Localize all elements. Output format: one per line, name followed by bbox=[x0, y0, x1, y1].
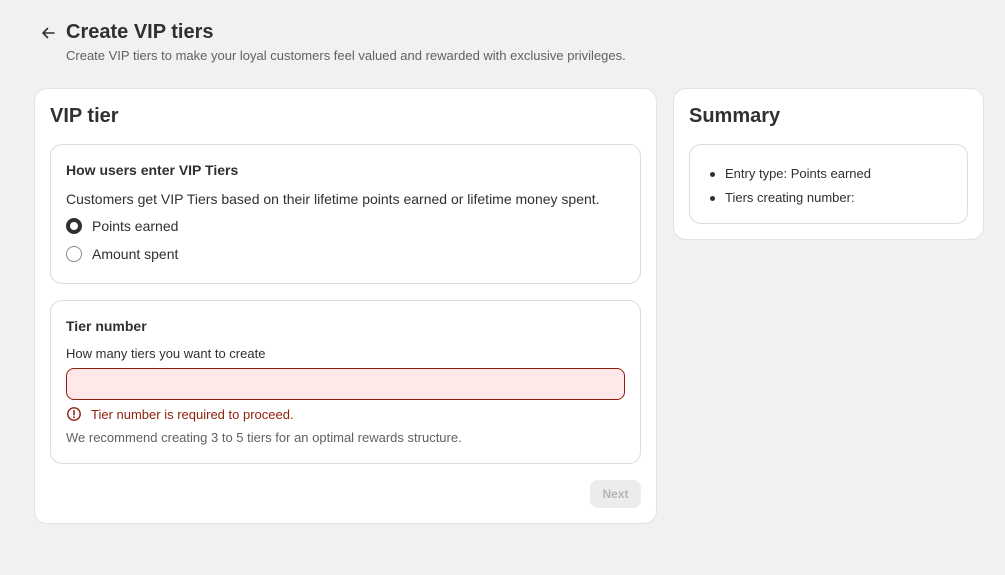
amount-spent-label: Amount spent bbox=[92, 246, 179, 262]
points-earned-label: Points earned bbox=[92, 218, 179, 234]
summary-tiers-number: Tiers creating number: bbox=[709, 186, 871, 210]
summary-box: Entry type: Points earned Tiers creating… bbox=[689, 144, 968, 224]
page-title: Create VIP tiers bbox=[66, 21, 214, 43]
vip-tier-title: VIP tier bbox=[50, 105, 119, 127]
summary-list: Entry type: Points earned Tiers creating… bbox=[709, 162, 871, 210]
alert-circle-icon bbox=[66, 406, 82, 422]
error-message: Tier number is required to proceed. bbox=[91, 406, 294, 422]
points-earned-radio[interactable] bbox=[66, 218, 82, 234]
tier-number-section: Tier number How many tiers you want to c… bbox=[50, 300, 641, 464]
entry-type-description: Customers get VIP Tiers based on their l… bbox=[66, 191, 600, 207]
points-earned-option[interactable]: Points earned bbox=[66, 216, 178, 236]
tier-number-help: We recommend creating 3 to 5 tiers for a… bbox=[66, 430, 462, 445]
amount-spent-radio[interactable] bbox=[66, 246, 82, 262]
back-button[interactable] bbox=[38, 24, 58, 42]
summary-card: Summary Entry type: Points earned Tiers … bbox=[674, 89, 983, 239]
tier-number-input[interactable] bbox=[66, 368, 625, 400]
arrow-left-icon bbox=[42, 27, 55, 39]
tier-number-heading: Tier number bbox=[66, 318, 147, 334]
next-button[interactable]: Next bbox=[590, 480, 641, 508]
amount-spent-option[interactable]: Amount spent bbox=[66, 244, 178, 264]
vip-tier-card: VIP tier How users enter VIP Tiers Custo… bbox=[35, 89, 656, 523]
summary-entry-type: Entry type: Points earned bbox=[709, 162, 871, 186]
tier-number-error: Tier number is required to proceed. bbox=[66, 406, 294, 422]
page-subtitle: Create VIP tiers to make your loyal cust… bbox=[66, 48, 626, 63]
summary-title: Summary bbox=[689, 105, 781, 127]
tier-number-label: How many tiers you want to create bbox=[66, 346, 266, 361]
entry-type-section: How users enter VIP Tiers Customers get … bbox=[50, 144, 641, 284]
entry-type-heading: How users enter VIP Tiers bbox=[66, 162, 239, 178]
